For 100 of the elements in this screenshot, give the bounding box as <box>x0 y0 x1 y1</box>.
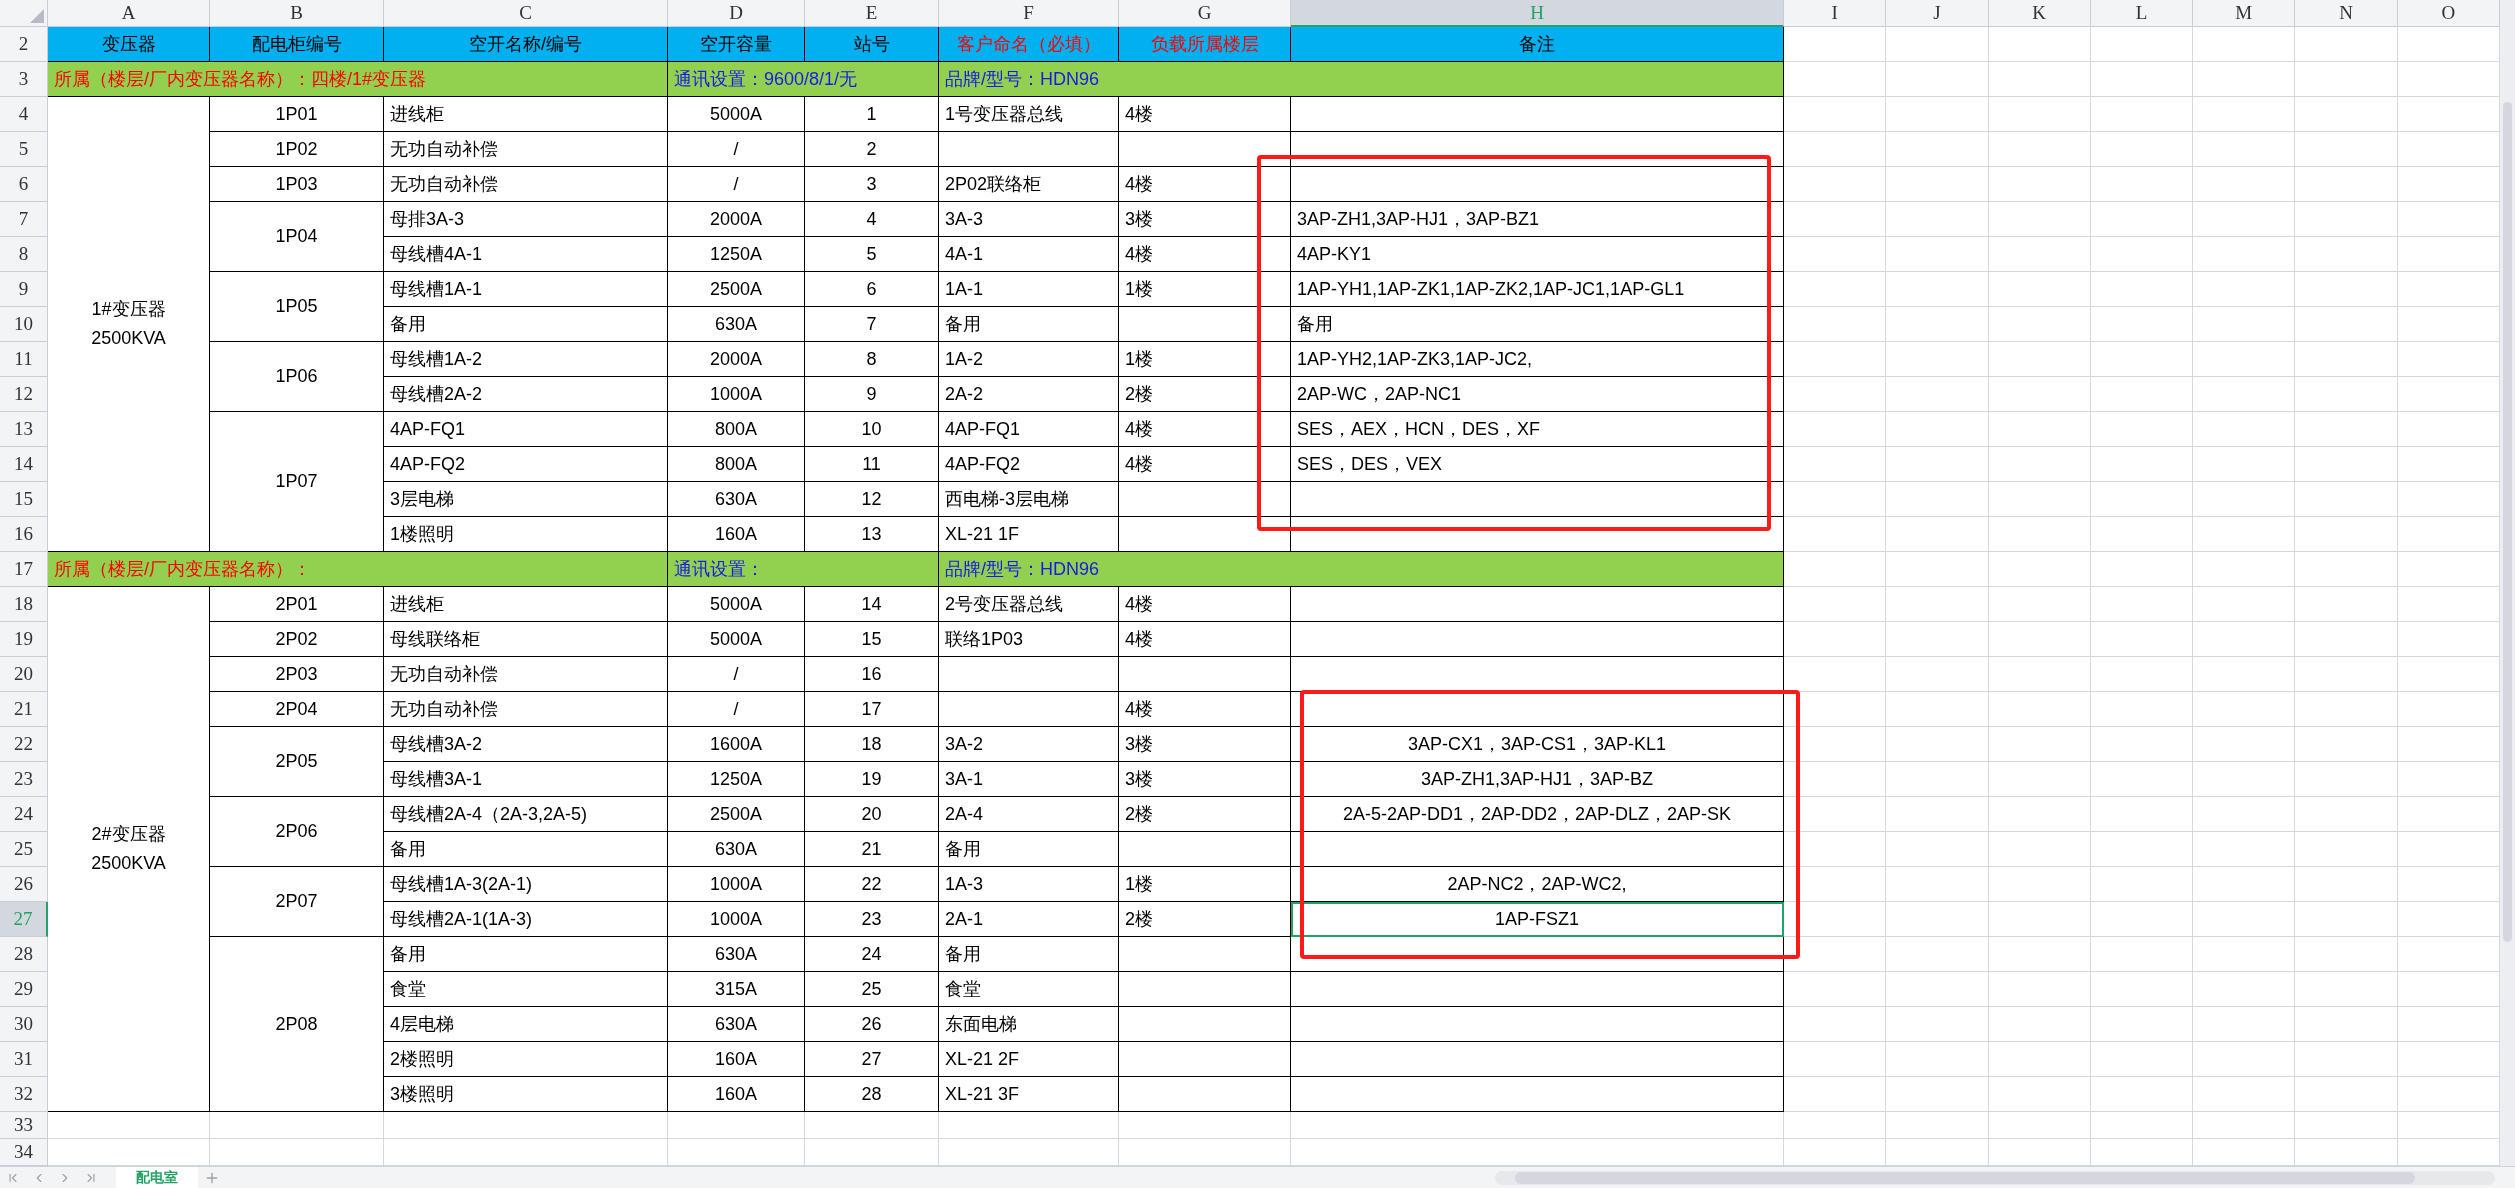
table-cell: 3楼 <box>1119 727 1291 762</box>
row-header[interactable]: 16 <box>0 517 48 552</box>
table-cell: 4楼 <box>1119 97 1291 132</box>
cell-text: 2500KVA <box>91 852 166 875</box>
table-cell: 2500A <box>668 272 805 307</box>
table-cell: 1号变压器总线 <box>939 97 1119 132</box>
table-cell: 22 <box>805 867 939 902</box>
table-cell: 4AP-KY1 <box>1291 237 1784 272</box>
table-cell: 24 <box>805 937 939 972</box>
row-header[interactable]: 5 <box>0 132 48 167</box>
table-cell: 2AP-WC，2AP-NC1 <box>1291 377 1784 412</box>
brand-model-label: 品牌/型号：HDN96 <box>939 62 1784 97</box>
table-cell: 630A <box>668 1007 805 1042</box>
column-header[interactable]: A <box>48 0 210 27</box>
column-title: 客户命名（必填） <box>939 27 1119 62</box>
row-header[interactable]: 24 <box>0 797 48 832</box>
table-cell: 备用 <box>384 307 668 342</box>
table-cell: 1AP-FSZ1 <box>1291 902 1784 937</box>
row-header[interactable]: 17 <box>0 552 48 587</box>
table-cell: 630A <box>668 832 805 867</box>
table-cell: 15 <box>805 622 939 657</box>
row-header[interactable]: 13 <box>0 412 48 447</box>
row-header[interactable]: 30 <box>0 1007 48 1042</box>
column-header[interactable]: M <box>2193 0 2296 27</box>
select-all-icon[interactable] <box>30 9 44 23</box>
cell-text: 2#变压器 <box>91 823 166 847</box>
table-cell: 4楼 <box>1119 622 1291 657</box>
row-header[interactable]: 34 <box>0 1139 48 1166</box>
row-header[interactable]: 23 <box>0 762 48 797</box>
column-header[interactable]: F <box>939 0 1119 27</box>
column-header[interactable]: B <box>210 0 384 27</box>
row-header[interactable]: 25 <box>0 832 48 867</box>
vertical-scrollbar[interactable] <box>2500 0 2515 1166</box>
column-title: 负载所属楼层 <box>1119 27 1291 62</box>
row-header[interactable]: 4 <box>0 97 48 132</box>
table-cell: 2楼 <box>1119 377 1291 412</box>
table-cell: 2号变压器总线 <box>939 587 1119 622</box>
column-header[interactable]: C <box>384 0 668 27</box>
row-header[interactable]: 14 <box>0 447 48 482</box>
table-cell: 11 <box>805 447 939 482</box>
table-cell: SES，DES，VEX <box>1291 447 1784 482</box>
row-header[interactable]: 31 <box>0 1042 48 1077</box>
table-cell: 4 <box>805 202 939 237</box>
table-cell: 2P03 <box>210 657 384 692</box>
column-header[interactable]: G <box>1119 0 1291 27</box>
row-header[interactable]: 6 <box>0 167 48 202</box>
table-cell: 备用 <box>1291 307 1784 342</box>
column-header[interactable]: D <box>668 0 805 27</box>
table-cell: 无功自动补偿 <box>384 657 668 692</box>
row-header[interactable]: 21 <box>0 692 48 727</box>
column-header[interactable]: K <box>1988 0 2091 27</box>
row-header[interactable]: 7 <box>0 202 48 237</box>
table-cell: 1P04 <box>210 202 384 272</box>
row-header[interactable]: 20 <box>0 657 48 692</box>
row-header[interactable]: 29 <box>0 972 48 1007</box>
row-header[interactable]: 26 <box>0 867 48 902</box>
row-header[interactable]: 10 <box>0 307 48 342</box>
table-cell: 1楼 <box>1119 867 1291 902</box>
table-cell: 1P03 <box>210 167 384 202</box>
table-cell: 1000A <box>668 867 805 902</box>
table-cell: 4楼 <box>1119 587 1291 622</box>
table-cell: 母线槽1A-2 <box>384 342 668 377</box>
row-header[interactable]: 22 <box>0 727 48 762</box>
row-header[interactable]: 32 <box>0 1077 48 1112</box>
column-header[interactable]: I <box>1784 0 1887 27</box>
table-cell: 3楼照明 <box>384 1077 668 1112</box>
column-header[interactable]: J <box>1886 0 1989 27</box>
table-cell: 2楼 <box>1119 902 1291 937</box>
row-header[interactable]: 8 <box>0 237 48 272</box>
table-cell: 3A-3 <box>939 202 1119 237</box>
row-header[interactable]: 12 <box>0 377 48 412</box>
horizontal-scrollbar[interactable] <box>1495 1170 2495 1185</box>
table-cell: 4楼 <box>1119 237 1291 272</box>
row-header[interactable]: 33 <box>0 1112 48 1139</box>
table-cell: 4A-1 <box>939 237 1119 272</box>
row-header[interactable]: 15 <box>0 482 48 517</box>
column-header[interactable]: O <box>2397 0 2500 27</box>
table-cell: 3 <box>805 167 939 202</box>
table-cell: 备用 <box>939 937 1119 972</box>
table-cell: 备用 <box>384 937 668 972</box>
table-cell: 母线槽1A-1 <box>384 272 668 307</box>
table-cell: 5000A <box>668 97 805 132</box>
table-cell: 母线槽4A-1 <box>384 237 668 272</box>
column-header[interactable]: N <box>2295 0 2398 27</box>
row-header[interactable]: 9 <box>0 272 48 307</box>
column-header[interactable]: L <box>2090 0 2194 27</box>
row-header[interactable]: 28 <box>0 937 48 972</box>
table-cell: / <box>668 692 805 727</box>
row-header[interactable]: 18 <box>0 587 48 622</box>
row-header[interactable]: 3 <box>0 62 48 97</box>
table-cell: 2A-2 <box>939 377 1119 412</box>
column-header[interactable]: E <box>805 0 939 27</box>
table-cell: 2A-1 <box>939 902 1119 937</box>
row-header[interactable]: 11 <box>0 342 48 377</box>
row-header[interactable]: 19 <box>0 622 48 657</box>
row-header[interactable]: 2 <box>0 27 48 62</box>
column-title: 配电柜编号 <box>210 27 384 62</box>
table-cell: 1P05 <box>210 272 384 342</box>
table-cell: 8 <box>805 342 939 377</box>
table-cell: 7 <box>805 307 939 342</box>
